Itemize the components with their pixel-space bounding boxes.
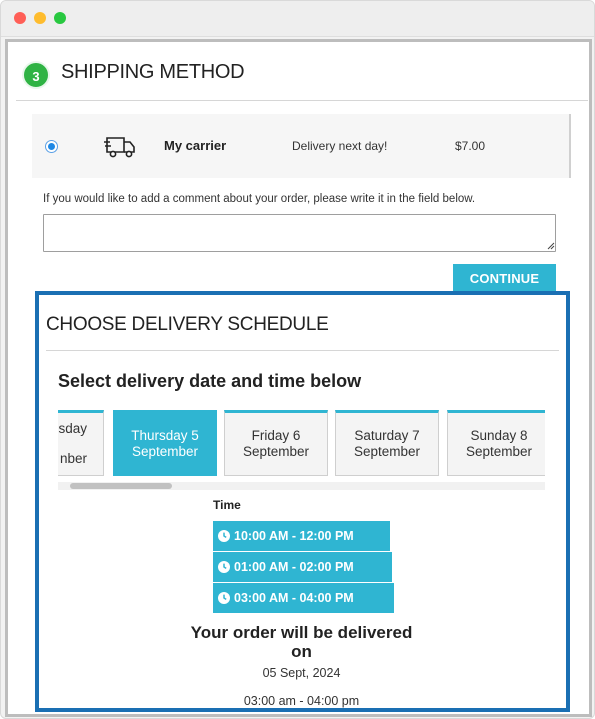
step-number-badge: 3	[22, 61, 50, 89]
delivery-summary-heading: Your order will be delivered on	[190, 623, 413, 661]
time-slot-option[interactable]: 10:00 AM - 12:00 PM	[213, 521, 390, 551]
delivery-schedule-panel: CHOOSE DELIVERY SCHEDULE Select delivery…	[35, 291, 570, 712]
section-title: SHIPPING METHOD	[61, 61, 245, 83]
date-day: Friday 6	[251, 428, 301, 443]
date-day: sday	[58, 421, 87, 436]
browser-window: 3 SHIPPING METHOD My carrier Delivery ne…	[0, 0, 595, 719]
date-month: September	[131, 444, 199, 459]
date-option-friday[interactable]: Friday 6 September	[224, 410, 328, 476]
time-slot-option[interactable]: 03:00 AM - 04:00 PM	[213, 583, 394, 613]
close-window-button[interactable]	[14, 12, 26, 24]
date-month: nber	[59, 451, 87, 466]
carrier-radio[interactable]	[45, 140, 58, 153]
date-option-wednesday[interactable]: sday nber	[58, 410, 104, 476]
date-month: September	[242, 444, 310, 459]
carrier-price: $7.00	[455, 139, 486, 153]
time-label: Time	[213, 498, 241, 512]
schedule-title: CHOOSE DELIVERY SCHEDULE	[46, 314, 329, 335]
carrier-delay: Delivery next day!	[292, 139, 388, 153]
truck-icon	[104, 137, 135, 158]
comment-label: If you would like to add a comment about…	[43, 193, 476, 205]
maximize-window-button[interactable]	[54, 12, 66, 24]
delivery-summary-date: 05 Sept, 2024	[262, 666, 341, 680]
divider	[46, 350, 559, 351]
carousel-scrollbar-thumb[interactable]	[70, 483, 172, 489]
clock-icon	[218, 561, 230, 573]
time-slot-label: 10:00 AM - 12:00 PM	[234, 529, 354, 543]
delivery-summary-time: 03:00 am - 04:00 pm	[243, 694, 360, 708]
date-carousel[interactable]: sday nber Thursday 5 September Friday 6 …	[58, 410, 545, 490]
minimize-window-button[interactable]	[34, 12, 46, 24]
carrier-option-row[interactable]: My carrier Delivery next day! $7.00	[32, 114, 571, 178]
date-option-thursday[interactable]: Thursday 5 September	[113, 410, 217, 476]
resize-handle-icon[interactable]	[546, 241, 555, 250]
continue-button[interactable]: CONTINUE	[453, 264, 556, 294]
time-slot-option[interactable]: 01:00 AM - 02:00 PM	[213, 552, 392, 582]
order-comment-field[interactable]	[43, 214, 556, 252]
clock-icon	[218, 592, 230, 604]
date-option-sunday[interactable]: Sunday 8 September	[447, 410, 545, 476]
date-option-saturday[interactable]: Saturday 7 September	[335, 410, 439, 476]
time-slot-label: 03:00 AM - 04:00 PM	[234, 591, 354, 605]
date-month: September	[465, 444, 533, 459]
time-slot-label: 01:00 AM - 02:00 PM	[234, 560, 354, 574]
divider	[16, 100, 588, 101]
date-day: Sunday 8	[470, 428, 528, 443]
select-date-heading: Select delivery date and time below	[58, 371, 362, 391]
carrier-name: My carrier	[164, 138, 227, 153]
window-titlebar	[1, 1, 594, 37]
checkout-content: 3 SHIPPING METHOD My carrier Delivery ne…	[5, 39, 592, 717]
clock-icon	[218, 530, 230, 542]
date-day: Saturday 7	[354, 428, 420, 443]
date-month: September	[353, 444, 421, 459]
date-day: Thursday 5	[131, 428, 199, 443]
